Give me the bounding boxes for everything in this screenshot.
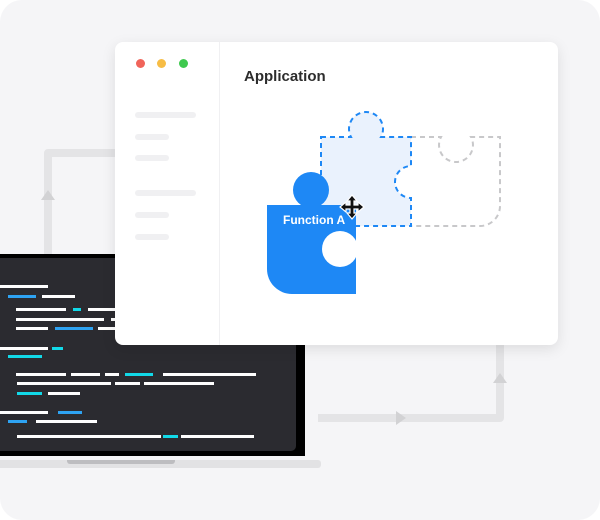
puzzle-knob bbox=[293, 172, 329, 208]
puzzle-socket bbox=[322, 231, 358, 267]
puzzle-illustration bbox=[267, 111, 501, 294]
empty-puzzle-slot bbox=[411, 136, 501, 227]
function-a-label: Function A bbox=[283, 213, 346, 227]
